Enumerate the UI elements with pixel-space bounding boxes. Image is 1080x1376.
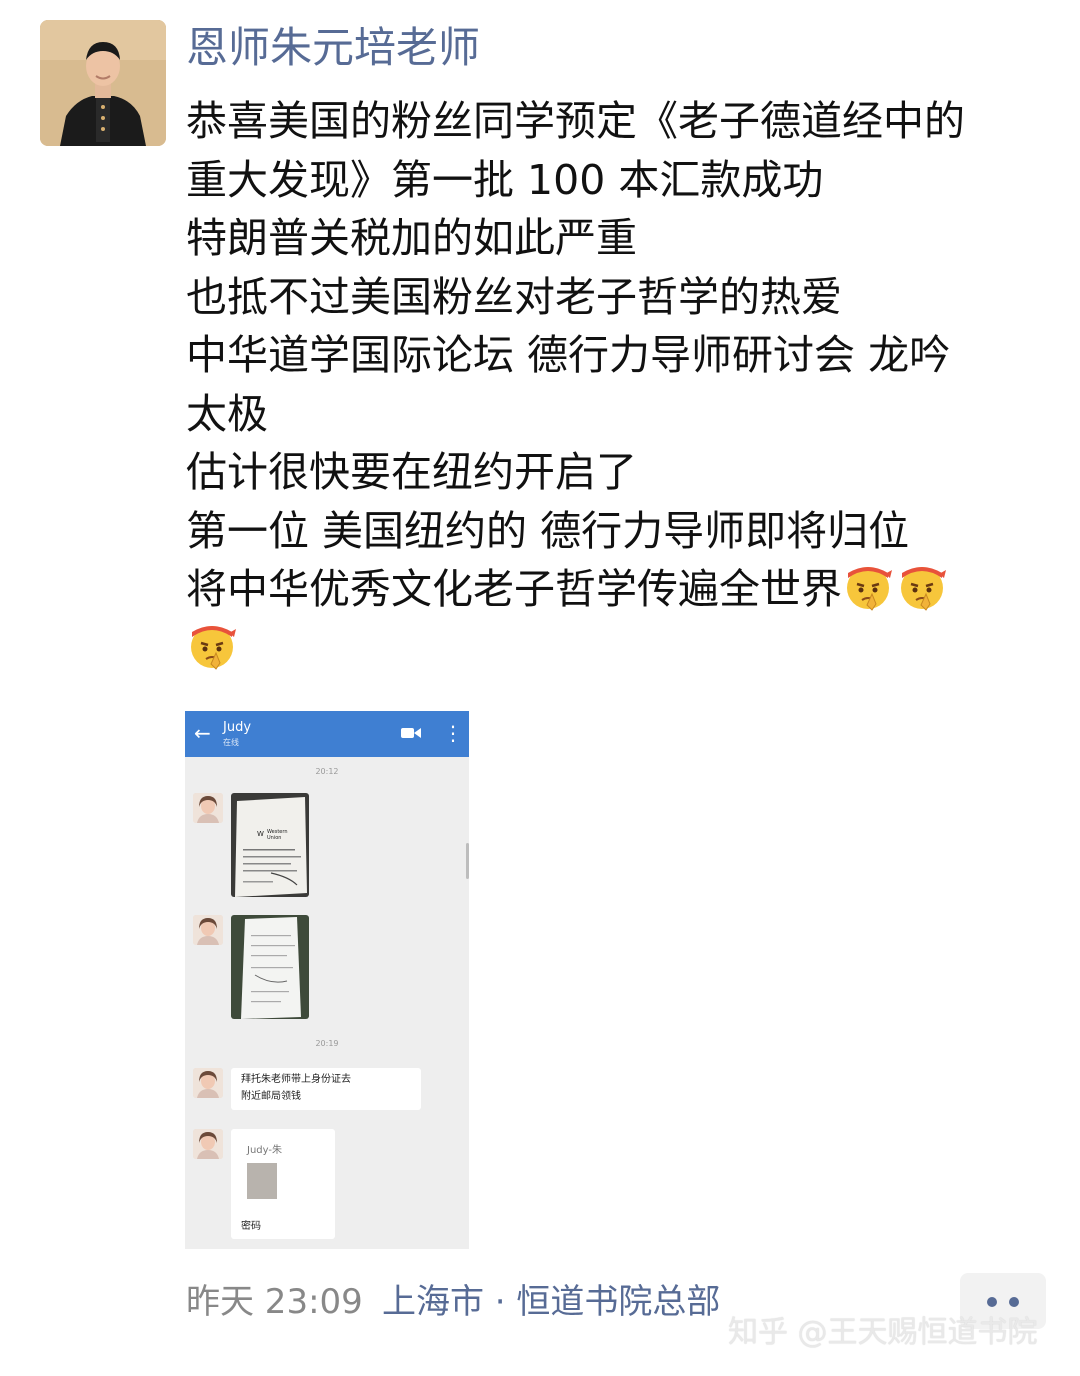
post-time: 昨天 23:09 xyxy=(186,1282,363,1322)
kebab-menu-icon: ⋮ xyxy=(443,721,463,745)
chat-timestamp: 20:12 xyxy=(315,767,339,776)
post-text: 恭喜美国的粉丝同学预定《老子德道经中的 重大发现》第一批 100 本汇款成功 特… xyxy=(186,92,1056,677)
dot xyxy=(987,1297,997,1307)
chat-contact-name: Judy xyxy=(223,720,252,735)
post-line: 特朗普关税加的如此严重 xyxy=(186,214,637,262)
post-line: 太极 xyxy=(186,389,268,438)
post-line: 也抵不过美国粉丝对老子哲学的热爱 xyxy=(186,272,842,321)
post-line: 估计很快要在纽约开启了 xyxy=(186,448,637,496)
card-title: Judy-朱 xyxy=(247,1145,282,1156)
attached-chat-screenshot[interactable]: ← Judy 在线 ⋮ 20:12 W Western Union 20:19 … xyxy=(185,711,469,1249)
video-call-icon xyxy=(401,725,421,744)
receipt-photo-document[interactable] xyxy=(231,915,309,1019)
post-location[interactable]: 上海市 · 恒道书院总部 xyxy=(382,1280,720,1324)
card-label: 密码 xyxy=(241,1221,261,1232)
svg-text:Union: Union xyxy=(267,835,281,841)
author-name[interactable]: 恩师朱元培老师 xyxy=(186,20,480,76)
card-thumbnail xyxy=(247,1163,277,1199)
post-line: 将中华优秀文化老子哲学传遍全世界 xyxy=(186,565,842,613)
author-avatar[interactable] xyxy=(40,20,166,146)
post-line: 重大发现》第一批 100 本汇款成功 xyxy=(186,155,824,204)
chat-contact-status: 在线 xyxy=(223,738,239,747)
contact-avatar xyxy=(193,1068,223,1098)
chat-timestamp: 20:19 xyxy=(315,1039,339,1048)
post-line: 恭喜美国的粉丝同学预定《老子德道经中的 xyxy=(186,97,965,145)
shushing-face-emoji-icon xyxy=(896,560,948,612)
svg-text:W: W xyxy=(257,830,264,838)
post-line: 中华道学国际论坛 德行力导师研讨会 龙吟 xyxy=(186,331,951,379)
contact-avatar xyxy=(193,915,223,945)
contact-avatar xyxy=(193,1129,223,1159)
receipt-photo-western-union[interactable]: W Western Union xyxy=(231,793,309,897)
dot xyxy=(1009,1297,1019,1307)
chat-message-line: 附近邮局领钱 xyxy=(241,1091,301,1102)
forwarded-card[interactable]: Judy-朱 密码 xyxy=(231,1129,335,1239)
post-line-with-emoji: 将中华优秀文化老子哲学传遍全世界 xyxy=(186,560,1056,619)
post-line: 第一位 美国纽约的 德行力导师即将归位 xyxy=(186,506,910,555)
watermark: 知乎 @王天赐恒道书院 xyxy=(728,1315,1038,1350)
scrollbar xyxy=(466,843,469,879)
chat-message-line: 拜托朱老师带上身份证去 xyxy=(241,1074,351,1085)
shushing-face-emoji-icon xyxy=(842,560,894,612)
chat-message-bubble: 拜托朱老师带上身份证去 附近邮局领钱 xyxy=(231,1068,421,1110)
back-arrow-icon: ← xyxy=(194,721,211,745)
contact-avatar xyxy=(193,793,223,823)
post-line-emoji xyxy=(186,619,1056,678)
shushing-face-emoji-icon xyxy=(186,619,238,671)
chat-header: ← Judy 在线 ⋮ xyxy=(185,711,469,757)
